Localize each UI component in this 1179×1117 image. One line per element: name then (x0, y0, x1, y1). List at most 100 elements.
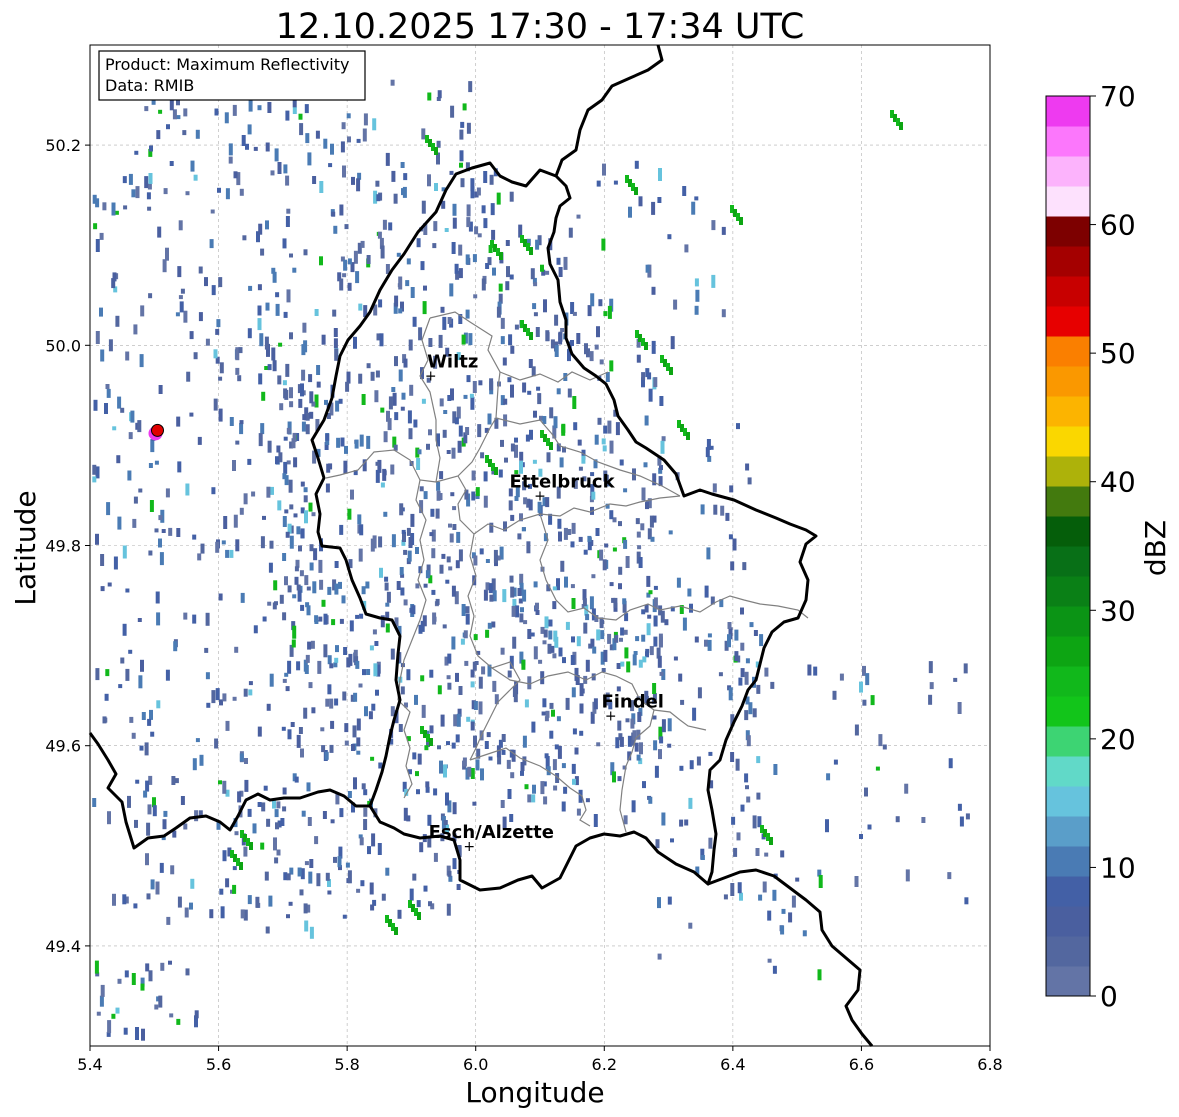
radar-echo-cell (458, 686, 463, 695)
radar-echo-cell (374, 390, 379, 403)
radar-echo-cell (505, 240, 510, 246)
radar-echo-cell (183, 108, 188, 117)
radar-echo-cell (100, 984, 105, 997)
radar-echo-cell (417, 449, 422, 455)
radar-echo-cell (582, 598, 587, 607)
radar-echo-cell (694, 305, 699, 315)
radar-echo-cell (638, 659, 643, 668)
radar-echo-cell (247, 808, 252, 817)
radar-echo-cell (165, 669, 170, 681)
radar-echo-cell (744, 671, 749, 685)
radar-echo-cell (303, 495, 308, 503)
radar-echo-cell (601, 238, 606, 251)
radar-echo-cell (140, 305, 145, 317)
radar-echo-cell (319, 579, 324, 590)
radar-echo-cell (473, 555, 478, 566)
radar-echo-cell (533, 410, 537, 418)
radar-echo-cell (553, 785, 558, 791)
radar-echo-cell (330, 819, 335, 824)
radar-echo-cell (440, 306, 445, 313)
radar-echo-cell (180, 288, 185, 294)
radar-echo-cell (149, 709, 153, 720)
radar-echo-cell (341, 122, 346, 130)
radar-echo-cell (204, 277, 208, 287)
radar-echo-cell (426, 443, 430, 450)
radar-echo-cell (490, 203, 495, 216)
colorbar-segment (1046, 966, 1090, 997)
radar-echo-cell (780, 850, 785, 858)
radar-echo-cell (802, 930, 807, 937)
radar-echo-cell (260, 536, 265, 549)
radar-echo-cell (744, 710, 749, 721)
radar-echo-cell (489, 174, 494, 185)
radar-echo-cell (415, 547, 419, 554)
radar-echo-cell (261, 802, 266, 812)
radar-echo-cell (511, 605, 516, 617)
colorbar-segment (1046, 876, 1090, 907)
radar-echo-cell (394, 412, 399, 421)
radar-echo-cell (425, 570, 430, 579)
radar-echo-cell (266, 703, 271, 711)
radar-echo-cell (412, 873, 417, 881)
radar-echo-cell (928, 661, 933, 674)
radar-echo-cell (156, 612, 161, 626)
radar-echo-cell (601, 668, 606, 672)
radar-echo-cell (297, 867, 302, 877)
radar-echo-cell (571, 687, 576, 698)
radar-echo-cell (449, 170, 454, 175)
radar-echo-cell (568, 227, 573, 238)
radar-echo-cell (643, 462, 648, 468)
radar-echo-cell (283, 436, 288, 441)
info-product: Product: Maximum Reflectivity (105, 55, 349, 74)
radar-echo-cell (571, 636, 575, 643)
radar-echo-cell (441, 553, 446, 559)
radar-echo-cell (373, 663, 378, 677)
radar-echo-cell (428, 901, 432, 907)
radar-echo-cell (424, 745, 429, 751)
radar-echo-cell (405, 280, 410, 287)
colorbar-segment (1046, 456, 1090, 487)
radar-echo-cell (549, 702, 554, 709)
y-tick-label: 50.2 (45, 136, 81, 155)
radar-echo-cell (537, 393, 542, 405)
radar-echo-cell (349, 620, 354, 632)
radar-echo-cell (446, 450, 451, 454)
radar-echo-cell (419, 842, 424, 853)
radar-echo-cell (489, 594, 494, 602)
radar-echo-cell (459, 150, 464, 162)
radar-echo-cell (416, 238, 421, 248)
radar-echo-cell (305, 412, 310, 421)
radar-echo-cell (150, 439, 155, 453)
radar-echo-cell (382, 219, 387, 230)
radar-echo-cell (695, 289, 700, 302)
radar-echo-cell (578, 466, 583, 471)
radar-echo-cell (510, 345, 515, 354)
radar-echo-cell (565, 697, 570, 710)
radar-echo-cell (289, 504, 294, 510)
radar-echo-cell (309, 859, 314, 868)
radar-echo-cell (347, 258, 352, 265)
radar-echo-cell (593, 814, 598, 827)
radar-echo-cell (374, 641, 379, 646)
radar-echo-cell (299, 889, 304, 896)
radar-echo-cell (393, 193, 398, 204)
radar-echo-cell (209, 239, 214, 249)
radar-echo-cell (168, 527, 173, 536)
radar-echo-cell (468, 333, 473, 346)
radar-echo-cell (594, 434, 599, 445)
radar-echo-cell (123, 1027, 128, 1035)
radar-echo-cell (493, 549, 498, 563)
radar-echo-cell (235, 440, 240, 445)
radar-echo-cell (390, 648, 395, 660)
radar-echo-cell (95, 331, 100, 344)
radar-echo-cell (963, 663, 968, 674)
radar-echo-cell (247, 124, 252, 135)
radar-echo-cell (354, 439, 359, 449)
radar-echo-cell (770, 681, 775, 689)
colorbar-segment (1046, 606, 1090, 637)
radar-echo-cell (427, 174, 431, 187)
radar-echo-cell (679, 819, 684, 827)
radar-echo-cell (517, 533, 522, 540)
radar-echo-cell (636, 354, 641, 363)
radar-echo-cell (211, 285, 216, 296)
